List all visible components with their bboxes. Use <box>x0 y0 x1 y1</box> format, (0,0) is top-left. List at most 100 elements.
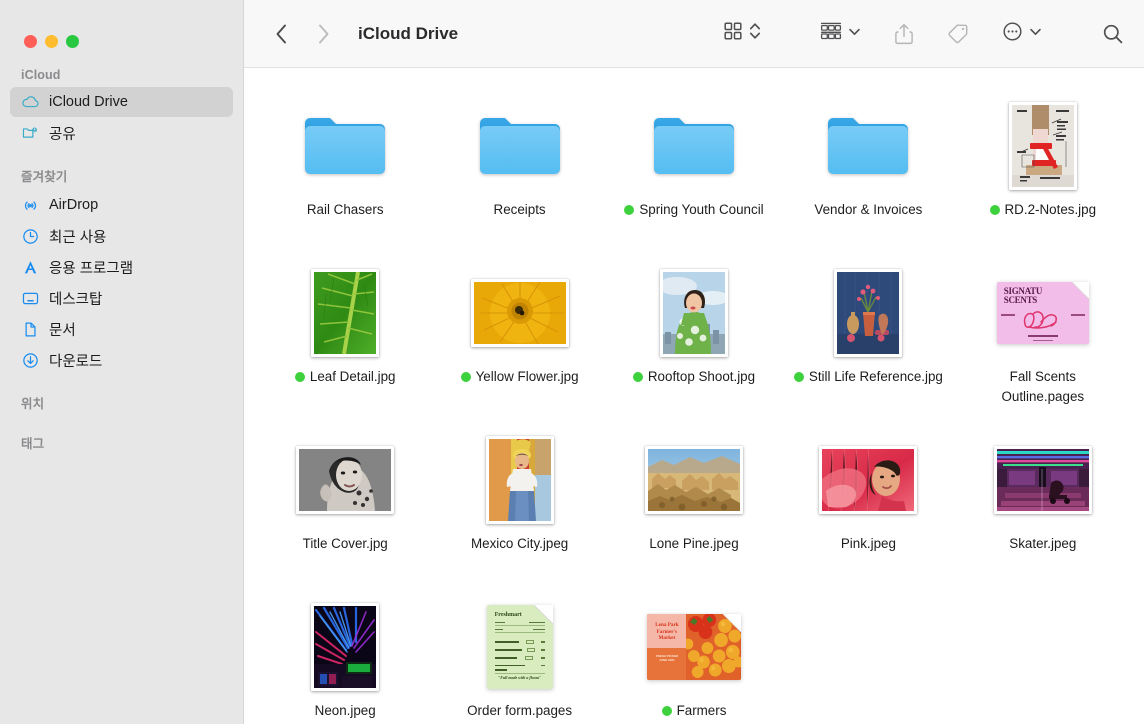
chevron-down-icon[interactable] <box>1029 25 1042 43</box>
file-item[interactable]: Still Life Reference.jpg <box>781 257 955 424</box>
file-name: Pink.jpeg <box>841 536 896 551</box>
file-name: RD.2-Notes.jpg <box>1005 202 1097 217</box>
image-thumbnail <box>962 428 1124 532</box>
file-item[interactable]: RD.2-Notes.jpg <box>956 90 1130 257</box>
file-label: Yellow Flower.jpg <box>461 367 579 387</box>
image-thumbnail <box>264 261 426 365</box>
shared-folder-icon <box>21 124 40 143</box>
thumbnail-subtitle: FRESH PICKED JUNE 2021 <box>651 654 683 663</box>
image-thumbnail <box>962 94 1124 198</box>
file-label: RD.2-Notes.jpg <box>990 200 1097 220</box>
file-label: Fall Scents Outline.pages <box>968 367 1118 407</box>
file-name: Yellow Flower.jpg <box>476 369 579 384</box>
pages-document-icon: Freshmart <box>438 595 600 699</box>
sidebar-item-applications[interactable]: 응용 프로그램 <box>10 252 233 282</box>
file-name: Rail Chasers <box>307 202 384 217</box>
file-item[interactable]: Mexico City.jpeg <box>432 424 606 591</box>
file-label: Mexico City.jpeg <box>471 534 568 554</box>
pdf-document-icon: Lena Park Farmer's Market FRESH PICKED J… <box>613 595 775 699</box>
file-item[interactable]: Yellow Flower.jpg <box>432 257 606 424</box>
close-button[interactable] <box>24 35 37 48</box>
sidebar-item-icloud-drive[interactable]: iCloud Drive <box>10 87 233 117</box>
group-by-control[interactable] <box>819 20 861 47</box>
folder-icon <box>438 94 600 198</box>
back-button[interactable] <box>268 21 294 47</box>
share-button[interactable] <box>891 21 917 47</box>
file-item[interactable]: Freshmart <box>432 591 606 724</box>
thumbnail-title-line2: Farmer's Market <box>649 629 685 642</box>
main-panel: iCloud Drive <box>244 0 1144 724</box>
file-grid-scroll[interactable]: Rail Chasers Receipts <box>244 68 1144 724</box>
airdrop-icon <box>21 196 40 215</box>
file-name: Lone Pine.jpeg <box>649 536 738 551</box>
file-item[interactable]: Lone Pine.jpeg <box>607 424 781 591</box>
page-title: iCloud Drive <box>358 24 458 44</box>
grid-view-icon[interactable] <box>722 20 744 47</box>
more-actions-control[interactable] <box>1001 20 1042 48</box>
file-item[interactable]: Neon.jpeg <box>258 591 432 724</box>
sidebar: iCloud iCloud Drive 공유 즐겨찾기 <box>0 0 244 724</box>
sidebar-item-shared[interactable]: 공유 <box>10 118 233 148</box>
file-item[interactable]: SIGNATU SCENTS <box>956 257 1130 424</box>
sidebar-item-documents[interactable]: 문서 <box>10 314 233 344</box>
file-name: Farmers Market...acket.pdf <box>641 703 747 724</box>
tag-dot-green <box>633 372 643 382</box>
file-item[interactable]: Rooftop Shoot.jpg <box>607 257 781 424</box>
tag-button[interactable] <box>945 21 971 47</box>
file-name: Order form.pages <box>467 703 572 718</box>
sidebar-section-tags: 태그 <box>0 426 243 456</box>
group-by-icon[interactable] <box>819 20 843 47</box>
file-name: Leaf Detail.jpg <box>310 369 396 384</box>
file-item[interactable]: Leaf Detail.jpg <box>258 257 432 424</box>
sidebar-item-desktop[interactable]: 데스크탑 <box>10 283 233 313</box>
tag-dot-green <box>624 205 634 215</box>
file-item[interactable]: Rail Chasers <box>258 90 432 257</box>
file-item[interactable]: Lena Park Farmer's Market FRESH PICKED J… <box>607 591 781 724</box>
file-item[interactable]: Pink.jpeg <box>781 424 955 591</box>
forward-button[interactable] <box>310 21 336 47</box>
view-options-control[interactable] <box>722 19 761 48</box>
file-label: Still Life Reference.jpg <box>794 367 943 387</box>
file-name: Title Cover.jpg <box>303 536 388 551</box>
applications-icon <box>21 258 40 277</box>
search-button[interactable] <box>1100 21 1126 47</box>
navigation-buttons <box>268 21 336 47</box>
file-item[interactable]: Receipts <box>432 90 606 257</box>
file-label: Order form.pages <box>467 701 572 721</box>
ellipsis-circle-icon[interactable] <box>1001 20 1024 48</box>
chevron-up-down-icon[interactable] <box>749 19 761 48</box>
downloads-icon <box>21 351 40 370</box>
sidebar-item-label: 최근 사용 <box>49 226 106 247</box>
clock-icon <box>21 227 40 246</box>
file-label: Vendor & Invoices <box>814 200 922 220</box>
file-label: Farmers Market...acket.pdf <box>619 701 769 724</box>
file-label: Neon.jpeg <box>315 701 376 721</box>
sidebar-item-label: 공유 <box>49 123 76 144</box>
toolbar: iCloud Drive <box>244 0 1144 68</box>
file-name: Rooftop Shoot.jpg <box>648 369 755 384</box>
image-thumbnail <box>613 261 775 365</box>
thumbnail-title: Freshmart <box>495 612 522 618</box>
sidebar-item-airdrop[interactable]: AirDrop <box>10 190 233 220</box>
sidebar-item-label: AirDrop <box>49 197 98 213</box>
sidebar-section-icloud: iCloud <box>0 56 243 86</box>
file-label: Lone Pine.jpeg <box>649 534 738 554</box>
sidebar-item-downloads[interactable]: 다운로드 <box>10 345 233 375</box>
folder-icon <box>264 94 426 198</box>
file-item[interactable]: Spring Youth Council <box>607 90 781 257</box>
desktop-icon <box>21 289 40 308</box>
file-name: Vendor & Invoices <box>814 202 922 217</box>
image-thumbnail <box>438 428 600 532</box>
file-name: Mexico City.jpeg <box>471 536 568 551</box>
minimize-button[interactable] <box>45 35 58 48</box>
zoom-button[interactable] <box>66 35 79 48</box>
sidebar-item-recents[interactable]: 최근 사용 <box>10 221 233 251</box>
file-item[interactable]: Skater.jpeg <box>956 424 1130 591</box>
sidebar-spacer <box>0 416 243 426</box>
empty-cell <box>781 591 955 724</box>
file-item[interactable]: Title Cover.jpg <box>258 424 432 591</box>
sidebar-item-label: 응용 프로그램 <box>49 257 133 278</box>
chevron-down-icon[interactable] <box>848 25 861 43</box>
sidebar-item-label: 문서 <box>49 319 76 340</box>
file-item[interactable]: Vendor & Invoices <box>781 90 955 257</box>
